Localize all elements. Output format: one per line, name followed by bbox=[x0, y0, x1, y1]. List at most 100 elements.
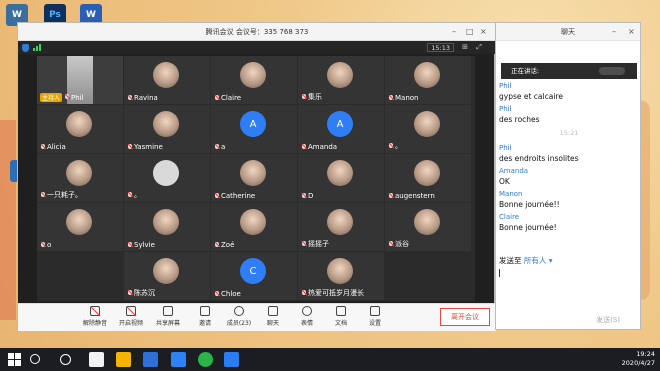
avatar bbox=[327, 62, 353, 88]
participant-tile[interactable]: 主持人 Phil bbox=[37, 56, 123, 104]
members-icon bbox=[234, 306, 244, 316]
participant-tile[interactable]: 。 bbox=[385, 105, 471, 153]
minimize-icon[interactable]: – bbox=[452, 27, 456, 36]
mic-muted-icon bbox=[127, 191, 133, 199]
participant-tile[interactable]: augenstern bbox=[385, 154, 471, 202]
chevron-down-icon[interactable]: ▾ bbox=[549, 256, 553, 265]
toolbar-button[interactable]: 邀请 bbox=[188, 306, 222, 330]
folder-icon[interactable] bbox=[116, 352, 131, 367]
participant-name-label: Phil bbox=[71, 93, 84, 102]
chat-message-list: Phil gypse et calcaire Phil des roches 15:21… bbox=[499, 81, 639, 235]
participant-tile[interactable]: C Chloe bbox=[211, 252, 297, 300]
participant-name: Chloe bbox=[214, 290, 241, 298]
app-icon[interactable] bbox=[171, 352, 186, 367]
participant-tile[interactable]: A Amanda bbox=[298, 105, 384, 153]
tencent-meeting-icon[interactable] bbox=[224, 352, 239, 367]
send-to-target[interactable]: 所有人 bbox=[524, 256, 547, 265]
minimize-icon[interactable]: – bbox=[612, 27, 616, 36]
maximize-icon[interactable]: □ bbox=[466, 27, 474, 36]
wallpaper-decoration bbox=[0, 120, 16, 320]
chat-input[interactable] bbox=[499, 269, 500, 277]
toolbar-button[interactable]: 文档 bbox=[324, 306, 358, 330]
leave-meeting-button[interactable]: 离开会议 bbox=[440, 308, 490, 326]
participant-tile[interactable]: 。 bbox=[124, 154, 210, 202]
toolbar-button[interactable]: 成员(23) bbox=[222, 306, 256, 330]
participant-tile[interactable]: Aa bbox=[211, 105, 297, 153]
shield-icon[interactable] bbox=[22, 44, 29, 52]
avatar bbox=[414, 160, 440, 186]
chat-sender: Amanda bbox=[499, 167, 529, 175]
chat-text: des roches bbox=[499, 115, 540, 124]
participant-tile[interactable]: 陈苏沉 bbox=[124, 252, 210, 300]
grid-view-icon[interactable]: ⊞ bbox=[460, 43, 470, 52]
mic-muted-icon bbox=[301, 192, 307, 200]
participant-name: 集乐 bbox=[301, 92, 322, 102]
participant-name: augenstern bbox=[388, 192, 435, 200]
participant-name-label: Chloe bbox=[221, 290, 241, 298]
task-view-icon[interactable] bbox=[60, 354, 71, 365]
participant-name-label: 集乐 bbox=[308, 93, 322, 101]
toolbar-button[interactable]: 解除静音 bbox=[78, 306, 112, 330]
chat-message: Phil gypse et calcaire bbox=[499, 81, 639, 102]
participant-name: 热爱可抵岁月漫长 bbox=[301, 288, 364, 298]
system-clock[interactable]: 19:24 2020/4/27 bbox=[622, 350, 655, 368]
participant-name: 摇摇子 bbox=[301, 239, 329, 249]
participant-name: 。 bbox=[127, 190, 141, 200]
participant-name-label: Alicia bbox=[47, 143, 66, 151]
participant-tile[interactable]: Claire bbox=[211, 56, 297, 104]
participant-tile[interactable]: D bbox=[298, 154, 384, 202]
mic-off-icon bbox=[90, 306, 100, 316]
wechat-icon[interactable] bbox=[198, 352, 213, 367]
participant-tile[interactable]: Yasmine bbox=[124, 105, 210, 153]
app-icon[interactable] bbox=[143, 352, 158, 367]
participant-tile[interactable]: Sylvie bbox=[124, 203, 210, 251]
toolbar-button-label: 共享屏幕 bbox=[155, 320, 180, 327]
toolbar-button[interactable]: 表情 bbox=[290, 306, 324, 330]
toolbar-button-label: 文档 bbox=[334, 320, 347, 327]
participant-tile[interactable]: 派谷 bbox=[385, 203, 471, 251]
toolbar-button[interactable]: 设置 bbox=[358, 306, 392, 330]
avatar bbox=[327, 258, 353, 284]
participant-tile[interactable]: 集乐 bbox=[298, 56, 384, 104]
participant-tile[interactable]: Manon bbox=[385, 56, 471, 104]
mic-muted-icon bbox=[388, 142, 394, 150]
toolbar-button[interactable]: 共享屏幕 bbox=[151, 306, 185, 330]
participant-tile[interactable]: Alicia bbox=[37, 105, 123, 153]
participant-name: Alicia bbox=[40, 143, 66, 151]
participant-tile[interactable]: Ravina bbox=[124, 56, 210, 104]
participant-tile[interactable]: Catherine bbox=[211, 154, 297, 202]
participant-name: Ravina bbox=[127, 94, 158, 102]
avatar bbox=[153, 111, 179, 137]
close-icon[interactable]: × bbox=[480, 27, 487, 36]
participant-tile[interactable]: o bbox=[37, 203, 123, 251]
mic-muted-icon bbox=[301, 289, 307, 297]
send-button[interactable]: 发送(S) bbox=[596, 315, 620, 325]
participant-tile[interactable]: 热爱可抵岁月漫长 bbox=[298, 252, 384, 300]
windows-start-icon[interactable] bbox=[7, 352, 22, 367]
chat-text: gypse et calcaire bbox=[499, 92, 563, 101]
toolbar-button[interactable]: 开启视频 bbox=[114, 306, 148, 330]
avatar: C bbox=[240, 258, 266, 284]
mic-muted-icon bbox=[127, 289, 133, 297]
participant-tile[interactable]: 一只耗子。 bbox=[37, 154, 123, 202]
avatar bbox=[66, 111, 92, 137]
chat-text: OK bbox=[499, 177, 510, 186]
participant-name-label: 。 bbox=[395, 142, 402, 150]
close-icon[interactable]: × bbox=[628, 27, 635, 36]
send-to-selector[interactable]: 发送至 所有人 ▾ bbox=[499, 255, 553, 266]
participant-name-label: 热爱可抵岁月漫长 bbox=[308, 289, 364, 297]
fullscreen-icon[interactable]: ⤢ bbox=[474, 43, 484, 52]
avatar bbox=[240, 160, 266, 186]
participant-name-label: 陈苏沉 bbox=[134, 289, 155, 297]
toolbar-button[interactable]: 聊天 bbox=[256, 306, 290, 330]
participant-tile[interactable]: Zoé bbox=[211, 203, 297, 251]
app-icon[interactable] bbox=[89, 352, 104, 367]
participant-tile[interactable]: 摇摇子 bbox=[298, 203, 384, 251]
participant-name-label: a bbox=[221, 143, 226, 151]
meeting-duration: 15:13 bbox=[427, 43, 454, 52]
mic-muted-icon bbox=[214, 192, 220, 200]
participant-name-label: Catherine bbox=[221, 192, 256, 200]
search-icon[interactable] bbox=[30, 354, 40, 364]
mic-muted-icon bbox=[214, 143, 220, 151]
participant-name: 派谷 bbox=[388, 239, 409, 249]
